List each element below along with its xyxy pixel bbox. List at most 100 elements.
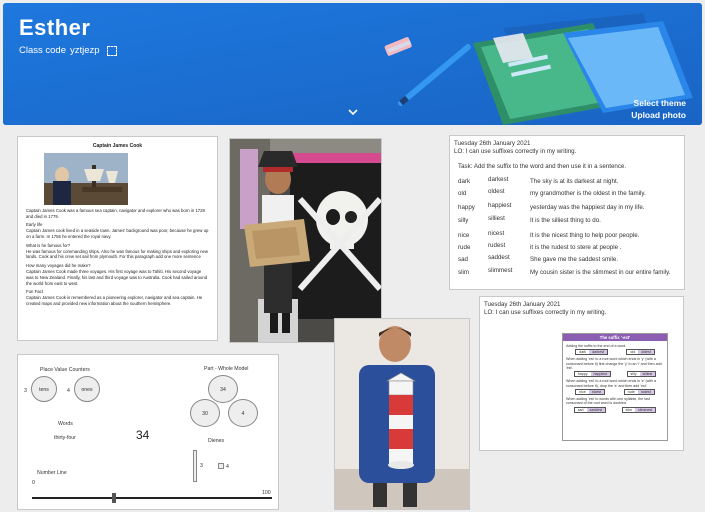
dienes-title: Dienes <box>208 438 225 444</box>
sheet-suffixed-word: slimmest <box>635 407 656 412</box>
sheet-root-word: old <box>630 350 636 355</box>
dienes-ones: 4 <box>226 464 229 470</box>
cook-intro: Captain James Cook was a famous sea capt… <box>26 207 205 219</box>
sheet-title: The suffix '-est' <box>563 334 667 341</box>
sheet-suffixed-word: darkest <box>589 350 607 355</box>
sheet-suffixed-word: happiest <box>590 372 611 377</box>
sheet-suffixed-word: rudest <box>637 389 654 394</box>
numberline-min: 0 <box>32 480 35 486</box>
sheet-rule: When adding 'est' to words with one syll… <box>566 396 650 406</box>
lighthouse-photo-thumbnail[interactable] <box>334 318 470 510</box>
cook-p4: Captain James Cook is remembered as a pi… <box>26 295 203 306</box>
sheet-pair: happy happiest <box>573 371 612 378</box>
sheet-pair: nice nicest <box>575 388 606 395</box>
sheet-root-word: happy <box>577 372 588 377</box>
ones-counter: ones <box>74 376 100 402</box>
suffix-sentence: The sky is at its darkest at night. <box>530 178 619 185</box>
cook-h3: How many voyages did he make? <box>26 263 91 269</box>
suffix-sentence: it is the rudest to stere at people . <box>530 244 622 251</box>
number-value: 34 <box>136 428 150 442</box>
suffix-word: slim <box>458 269 469 276</box>
suffix-word: silly <box>458 217 469 224</box>
classroom-stream: Esther Class code yztjezp Select theme U… <box>0 0 705 512</box>
sheet-pair-row: dark darkest old oldest <box>566 349 664 356</box>
suffix-word: dark <box>458 178 471 185</box>
cook-h2: What is he famous for? <box>26 242 71 248</box>
suffix-sentence: yesterday was the happiest day in my lif… <box>530 204 645 211</box>
place-value-document[interactable]: Place Value Counters 3 tens 4 ones Part … <box>17 354 279 510</box>
suffix-lo: LO: I can use suffixes correctly in my w… <box>454 148 577 155</box>
sheet-rule: When adding 'est' to a root word which e… <box>566 357 662 370</box>
pw-part-2: 4 <box>228 399 258 427</box>
suffix-suffixed: happiest <box>488 202 512 209</box>
suffix-suffixed: silliest <box>488 215 505 222</box>
sheet-pair-row: nice nicest rude rudest <box>566 388 664 395</box>
suffix-sentences-document[interactable]: Tuesday 26th January 2021 LO: I can use … <box>449 135 685 290</box>
suffix-sentence: my grandmother is the oldest in the fami… <box>530 190 646 197</box>
pw-whole-value: 34 <box>220 387 226 393</box>
suffix-sheet: The suffix '-est' Adding the suffix to t… <box>562 333 668 441</box>
ones-label: ones <box>81 387 93 393</box>
sheet-suffixed-word: oldest <box>638 350 654 355</box>
sheet-suffixed-word: silliest <box>639 372 656 377</box>
suffix-sentence: She gave me the saddest smile. <box>530 256 619 263</box>
suffix-task: Task: Add the suffix to the word and the… <box>458 163 627 170</box>
numberline-track <box>32 497 272 499</box>
tens-counter: tens <box>31 376 57 402</box>
dienes-tens: 3 <box>200 463 203 469</box>
cook-p3: Captain James Cook made three voyages. H… <box>26 268 208 286</box>
sheet-pair: dark darkest <box>575 349 608 356</box>
suffix-sentence: My cousin sister is the slimmest in our … <box>530 269 671 276</box>
sheet-root-word: nice <box>579 389 586 394</box>
sheet-suffixed-word: nicest <box>588 389 605 394</box>
sheet-root-word: rude <box>627 389 635 394</box>
cook-document-thumbnail[interactable]: Captain James Cook Captain James Cook wa… <box>17 136 218 341</box>
pw-whole: 34 <box>208 375 238 403</box>
sheet-body: Adding the suffix to the end of a word. d… <box>563 341 667 415</box>
worksheet-lo: LO: I can use suffixes correctly in my w… <box>484 309 607 316</box>
cook-p1: Captain James cook lived in a seaside to… <box>26 228 209 239</box>
sheet-root-word: dark <box>579 350 587 355</box>
suffix-worksheet-document[interactable]: Tuesday 26th January 2021 LO: I can use … <box>479 296 684 451</box>
sheet-pair-row: happy happiest silly silliest <box>566 371 664 378</box>
pw-part-1-value: 30 <box>202 411 208 417</box>
suffix-word: old <box>458 190 467 197</box>
words-title: Words <box>58 421 73 427</box>
suffix-suffixed: slimmest <box>488 267 513 274</box>
dienes-one-cube <box>218 463 224 469</box>
tens-count: 3 <box>24 388 27 394</box>
class-code: Class code yztjezp <box>19 45 117 56</box>
cook-portrait-image <box>44 152 128 205</box>
upload-photo-link[interactable]: Upload photo <box>631 110 686 120</box>
pw-title: Part - Whole Model <box>204 366 249 372</box>
pvc-title: Place Value Counters <box>40 367 90 373</box>
suffix-suffixed: nicest <box>488 230 505 237</box>
suffix-sentence: It is the nicest thing to help poor peop… <box>530 232 640 239</box>
sheet-rule: When adding 'est' to a root word which e… <box>566 379 657 388</box>
sheet-suffixed-word: saddest <box>586 407 606 412</box>
ones-count: 4 <box>67 388 70 394</box>
suffix-word: nice <box>458 232 470 239</box>
fullscreen-icon[interactable] <box>106 45 117 56</box>
cook-doc-title: Captain James Cook <box>92 143 143 149</box>
numberline-max: 100 <box>262 490 271 496</box>
numberline-marker[interactable] <box>111 493 116 503</box>
suffix-word: rude <box>458 244 471 251</box>
sheet-pair: rude rudest <box>623 388 655 395</box>
sheet-pair: old oldest <box>626 349 655 356</box>
pirate-photo-image <box>230 139 381 342</box>
pw-part-2-value: 4 <box>241 411 245 417</box>
sheet-rule: Adding the suffix to the end of a word. <box>566 344 627 348</box>
select-theme-link[interactable]: Select theme <box>634 98 686 108</box>
worksheet-date: Tuesday 26th January 2021 <box>484 301 561 308</box>
dienes-ten-rod <box>193 450 197 482</box>
suffix-word: sad <box>458 256 468 263</box>
cook-h4: Fun Fact <box>26 289 43 295</box>
pirate-photo-thumbnail[interactable] <box>229 138 382 343</box>
numberline-title: Number Line <box>37 470 67 476</box>
chevron-down-icon[interactable] <box>347 107 359 117</box>
cook-p2: He was famous for commanding ships. Also… <box>26 248 208 260</box>
sheet-root-word: sad <box>577 407 584 412</box>
sheet-pair: silly silliest <box>626 371 657 378</box>
class-name: Esther <box>19 15 91 40</box>
